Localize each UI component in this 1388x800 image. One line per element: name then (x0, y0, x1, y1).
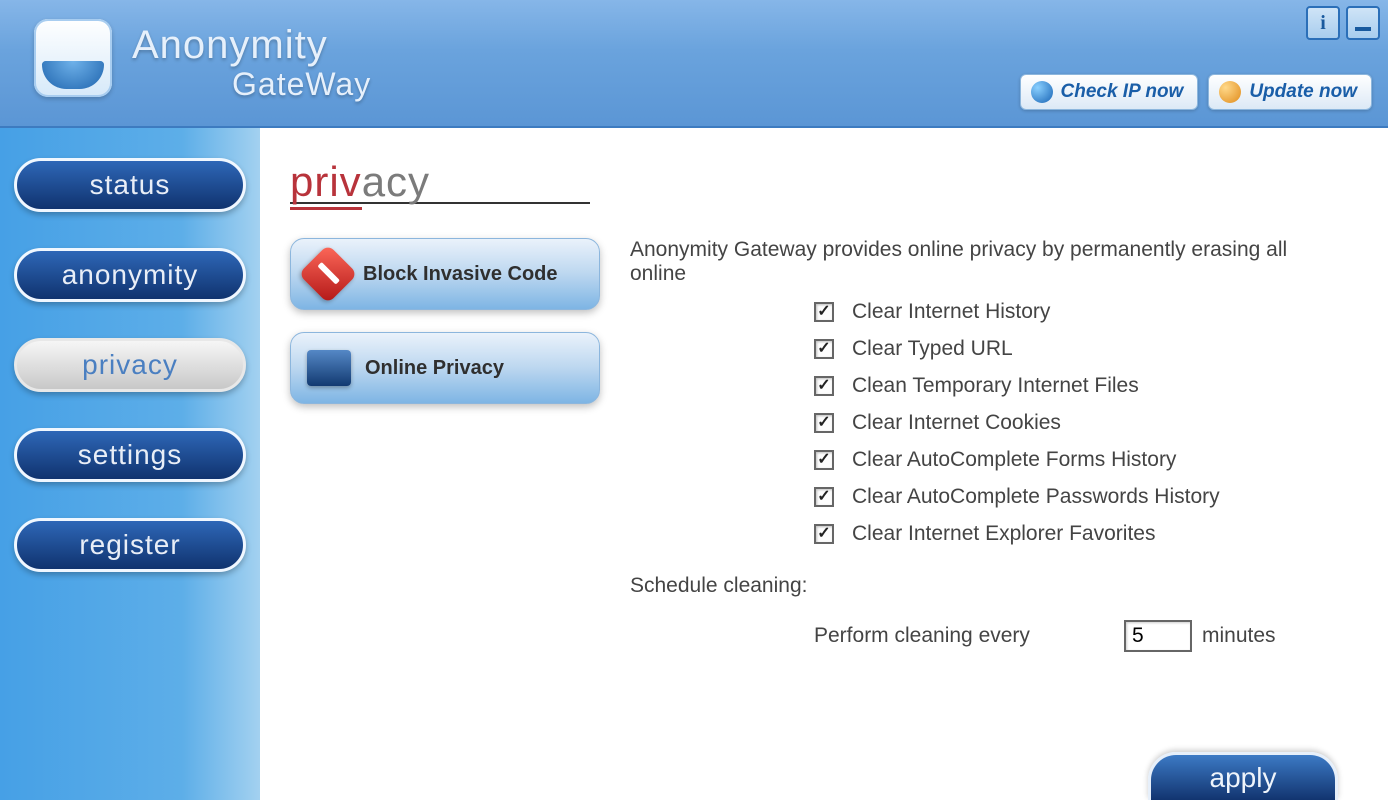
subnav-online-privacy[interactable]: Online Privacy (290, 332, 600, 404)
globe-icon (1031, 81, 1053, 103)
checkbox-history[interactable] (814, 302, 834, 322)
update-now-button[interactable]: Update now (1208, 74, 1372, 110)
check-row-history: Clear Internet History (814, 300, 1348, 324)
page-title: privacy (290, 158, 1348, 206)
subnav-block-label: Block Invasive Code (363, 263, 558, 286)
checkbox-cookies[interactable] (814, 413, 834, 433)
update-label: Update now (1249, 81, 1357, 103)
checkbox-typed-url[interactable] (814, 339, 834, 359)
subnav-block-invasive[interactable]: Block Invasive Code (290, 238, 600, 310)
check-label: Clear Internet History (852, 300, 1050, 324)
check-row-temp-files: Clean Temporary Internet Files (814, 374, 1348, 398)
monitor-icon (307, 350, 351, 386)
check-row-ie-favorites: Clear Internet Explorer Favorites (814, 522, 1348, 546)
check-label: Clear Internet Explorer Favorites (852, 522, 1155, 546)
schedule-prefix: Perform cleaning every (814, 624, 1114, 648)
content-columns: Block Invasive Code Online Privacy Anony… (290, 238, 1348, 652)
check-row-cookies: Clear Internet Cookies (814, 411, 1348, 435)
header-actions: Check IP now Update now (1020, 74, 1373, 110)
app-logo-icon (34, 19, 112, 97)
check-label: Clear Internet Cookies (852, 411, 1061, 435)
apply-button[interactable]: apply (1148, 752, 1338, 800)
settings-column: Anonymity Gateway provides online privac… (630, 238, 1348, 652)
app-title-line1: Anonymity (132, 23, 371, 68)
nav-privacy[interactable]: privacy (14, 338, 246, 392)
main-panel: privacy Block Invasive Code Online Priva… (260, 128, 1388, 800)
minimize-icon (1355, 27, 1371, 31)
update-icon (1219, 81, 1241, 103)
check-label: Clean Temporary Internet Files (852, 374, 1139, 398)
privacy-checklist: Clear Internet History Clear Typed URL C… (630, 300, 1348, 546)
interval-input[interactable] (1124, 620, 1192, 652)
checkbox-autocomplete-forms[interactable] (814, 450, 834, 470)
page-title-accent: priv (290, 158, 362, 210)
check-label: Clear AutoComplete Passwords History (852, 485, 1220, 509)
check-row-typed-url: Clear Typed URL (814, 337, 1348, 361)
check-row-autocomplete-forms: Clear AutoComplete Forms History (814, 448, 1348, 472)
header-bar: Anonymity GateWay i Check IP now Update … (0, 0, 1388, 128)
schedule-row: Perform cleaning every minutes (630, 620, 1348, 652)
minimize-button[interactable] (1346, 6, 1380, 40)
page-title-rest: acy (362, 158, 430, 205)
checkbox-ie-favorites[interactable] (814, 524, 834, 544)
check-ip-label: Check IP now (1061, 81, 1184, 103)
app-window: Anonymity GateWay i Check IP now Update … (0, 0, 1388, 800)
checkbox-autocomplete-passwords[interactable] (814, 487, 834, 507)
info-button[interactable]: i (1306, 6, 1340, 40)
nav-anonymity[interactable]: anonymity (14, 248, 246, 302)
app-title: Anonymity GateWay (132, 23, 371, 103)
nav-register[interactable]: register (14, 518, 246, 572)
info-icon: i (1320, 12, 1326, 35)
subnav: Block Invasive Code Online Privacy (290, 238, 600, 652)
intro-text: Anonymity Gateway provides online privac… (630, 238, 1348, 286)
schedule-label: Schedule cleaning: (630, 574, 1348, 598)
check-ip-button[interactable]: Check IP now (1020, 74, 1199, 110)
window-controls: i (1306, 6, 1380, 40)
schedule-suffix: minutes (1202, 624, 1276, 648)
checkbox-temp-files[interactable] (814, 376, 834, 396)
check-label: Clear AutoComplete Forms History (852, 448, 1176, 472)
check-row-autocomplete-passwords: Clear AutoComplete Passwords History (814, 485, 1348, 509)
app-title-line2: GateWay (232, 66, 371, 103)
body: status anonymity privacy settings regist… (0, 128, 1388, 800)
nav-settings[interactable]: settings (14, 428, 246, 482)
stop-icon (298, 244, 357, 303)
nav-status[interactable]: status (14, 158, 246, 212)
check-label: Clear Typed URL (852, 337, 1013, 361)
sidebar: status anonymity privacy settings regist… (0, 128, 260, 800)
subnav-online-label: Online Privacy (365, 357, 504, 380)
